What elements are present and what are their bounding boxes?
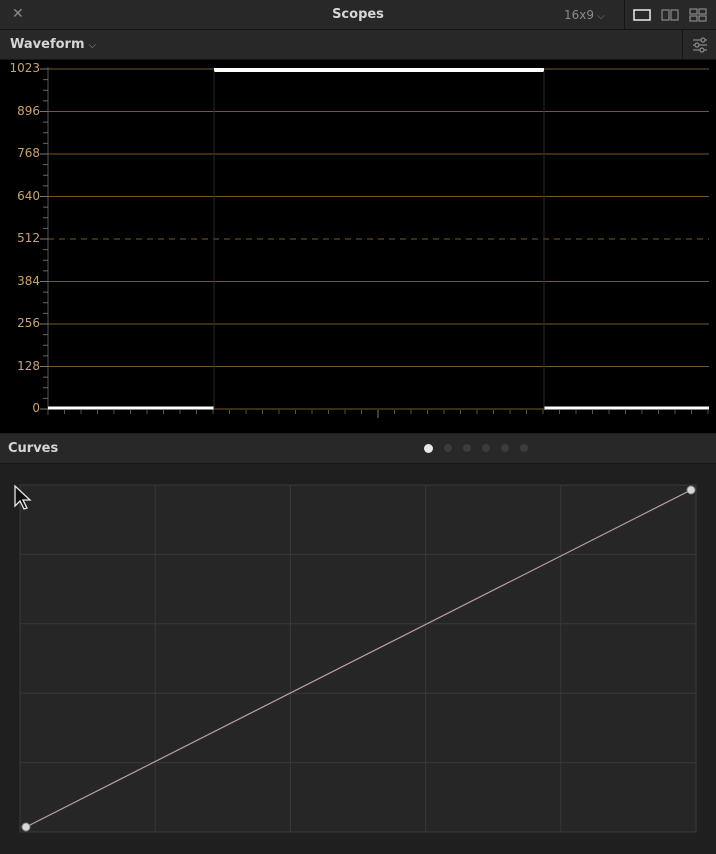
dual-view-icon[interactable]	[661, 8, 679, 22]
single-view-icon[interactable]	[633, 8, 651, 22]
chevron-down-icon: ⌵	[88, 40, 97, 51]
waveform-graph	[40, 67, 709, 418]
scope-toolbar: Waveform ⌵	[0, 30, 716, 60]
waveform-scope: 1023 896 768 640 512 384 256 128 0	[0, 60, 716, 433]
page-dot[interactable]	[520, 444, 528, 452]
curves-panel	[0, 464, 716, 854]
page-indicator	[424, 444, 539, 453]
page-dot[interactable]	[482, 444, 490, 452]
chevron-down-icon: ⌵	[597, 11, 605, 22]
divider	[624, 0, 625, 30]
page-dot[interactable]	[424, 444, 433, 453]
curves-header: Curves	[0, 434, 716, 464]
y-tick-label: 256	[17, 316, 40, 330]
curve-control-point[interactable]	[21, 822, 31, 832]
y-tick-label: 896	[17, 103, 40, 118]
y-tick-label: 640	[17, 188, 40, 203]
sliders-icon	[693, 37, 707, 53]
y-tick-label: 1023	[9, 61, 40, 75]
page-dot[interactable]	[444, 444, 452, 452]
scopes-titlebar: ✕ Scopes 16x9 ⌵	[0, 0, 716, 30]
y-tick-label: 0	[32, 401, 40, 415]
page-dot[interactable]	[501, 444, 509, 452]
curves-title: Curves	[8, 441, 59, 456]
y-tick-label: 768	[17, 146, 40, 160]
scope-type-label: Waveform	[10, 37, 85, 52]
scope-type-dropdown[interactable]: Waveform ⌵	[10, 37, 96, 52]
quad-view-icon[interactable]	[689, 8, 707, 22]
scope-settings-button[interactable]	[682, 30, 716, 60]
curve-editor[interactable]	[0, 464, 716, 854]
page-dot[interactable]	[463, 444, 471, 452]
aspect-ratio-dropdown[interactable]: 16x9 ⌵	[564, 8, 605, 22]
curve-control-point[interactable]	[686, 485, 696, 495]
y-tick-label: 128	[17, 358, 40, 373]
y-tick-label: 512	[17, 231, 40, 245]
y-tick-label: 384	[17, 273, 40, 288]
aspect-ratio-value: 16x9	[564, 8, 595, 22]
window-title: Scopes	[332, 7, 384, 22]
